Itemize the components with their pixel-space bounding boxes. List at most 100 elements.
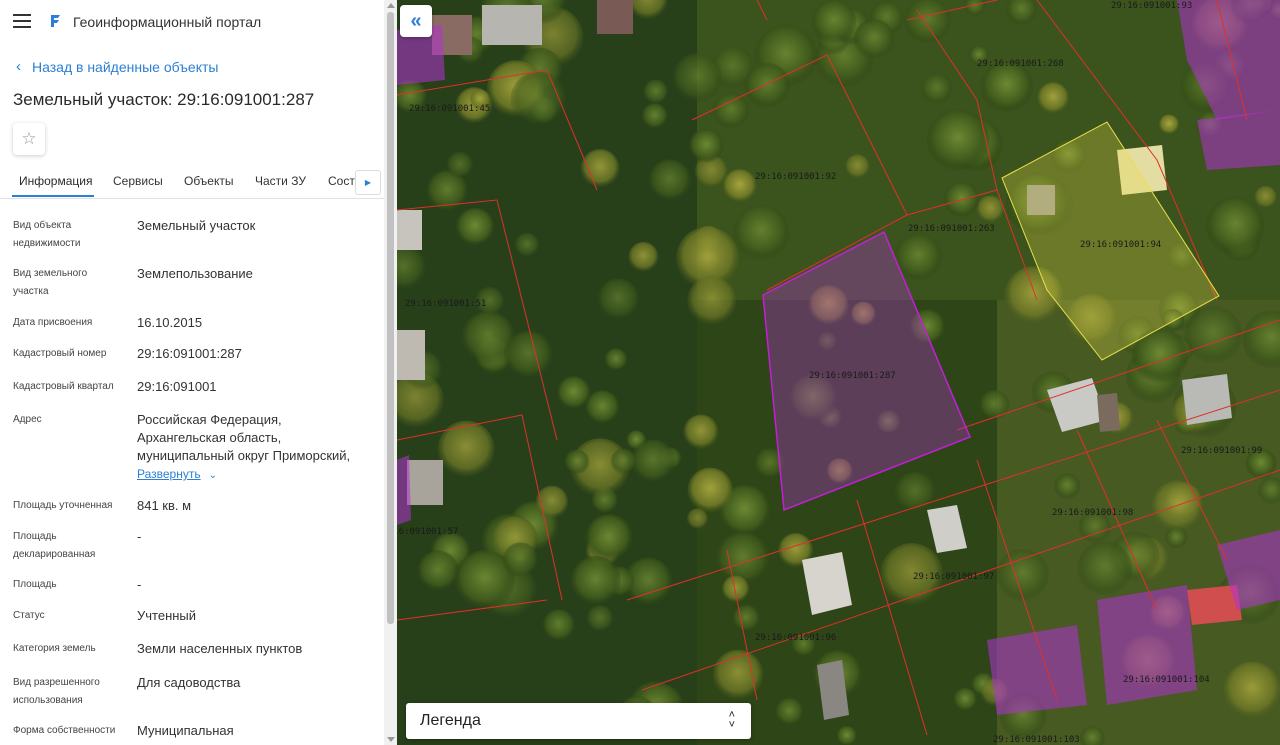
scrollbar-thumb[interactable] — [387, 12, 394, 624]
tree-crown — [744, 62, 790, 109]
tree-crown — [683, 414, 719, 450]
tree-crown — [1184, 306, 1243, 365]
info-value: Учтенный — [137, 608, 197, 623]
info-label: Площадь — [13, 579, 57, 590]
chevron-right-icon: ▶ — [364, 178, 372, 187]
parcel-label: 29:16:091001:94 — [1080, 240, 1161, 250]
menu-icon[interactable] — [13, 14, 31, 28]
parcel-label: 29:16:091001:287 — [809, 371, 896, 381]
satellite-map[interactable]: 29:16:091001:93 29:16:091001:268 29:16:0… — [397, 0, 1280, 745]
info-label: Категория земель — [13, 643, 96, 654]
tree-crown — [570, 556, 621, 607]
tree-crown — [564, 449, 590, 475]
tree-crown — [953, 687, 978, 712]
parcel-label: 29:16:091001:57 — [397, 527, 458, 537]
tree-crown — [672, 53, 723, 104]
tree-crown — [687, 467, 733, 513]
scroll-down-arrow-icon[interactable] — [387, 737, 395, 742]
tree-crown — [604, 348, 628, 372]
tree-crown — [586, 605, 614, 633]
info-value: - — [137, 529, 142, 544]
tree-crown — [514, 232, 540, 258]
tab-information[interactable]: Информация — [19, 174, 92, 188]
app-title: Геоинформационный портал — [73, 14, 262, 30]
tree-crown — [630, 439, 675, 484]
info-label: Вид разрешенного использования — [13, 677, 100, 706]
star-icon: ☆ — [21, 129, 37, 148]
tab-parts[interactable]: Части ЗУ — [255, 174, 306, 188]
tree-crown — [597, 278, 640, 321]
info-label: Вид земельного участка — [13, 268, 88, 297]
parcel-label: 29:16:091001:98 — [1052, 508, 1133, 518]
tree-crown — [979, 389, 1010, 421]
tree-crown — [1158, 114, 1180, 135]
collapse-panel-button[interactable]: « — [400, 5, 432, 37]
tree-crown — [1223, 661, 1280, 720]
parcel-label: 29:16:091001:96 — [755, 633, 836, 643]
tree-crown — [722, 169, 757, 203]
favorite-button[interactable]: ☆ — [13, 123, 45, 155]
tree-crown — [721, 575, 750, 603]
panel-scrollbar[interactable] — [384, 0, 397, 745]
info-label: Форма собственности — [13, 725, 116, 736]
parcel-label: 29:16:091001:263 — [908, 224, 995, 234]
parcel-label: 29:16:091001:93 — [1111, 1, 1192, 11]
tree-crown — [1151, 480, 1204, 533]
tree-crown — [643, 79, 669, 105]
tab-bar: Информация Сервисы Объекты Части ЗУ Сост… — [0, 166, 384, 199]
info-label: Площадь декларированная — [13, 531, 96, 560]
tree-crown — [853, 19, 895, 60]
info-value: - — [137, 577, 142, 592]
tree-crown — [713, 92, 749, 129]
tab-services[interactable]: Сервисы — [113, 174, 163, 188]
tree-crown — [446, 151, 474, 179]
logo-icon — [51, 15, 60, 27]
address-value: Российская Федерация, Архангельская обла… — [137, 412, 351, 463]
back-to-results-link[interactable]: ‹ Назад в найденные объекты — [14, 58, 218, 75]
info-value: 29:16:091001:287 — [137, 346, 242, 361]
info-value: 841 кв. м — [137, 498, 192, 513]
info-label: Кадастровый квартал — [13, 381, 114, 392]
info-value: 29:16:091001 — [137, 379, 217, 394]
info-value: 16.10.2015 — [137, 315, 203, 330]
tree-crown — [556, 376, 591, 410]
tab-objects[interactable]: Объекты — [184, 174, 234, 188]
parcel-label: 29:16:091001:45 — [409, 104, 490, 114]
tree-crown — [510, 71, 567, 128]
tree-crown — [1037, 82, 1069, 115]
tree-crown — [688, 128, 724, 164]
info-label: Адрес — [13, 414, 42, 425]
address-expand-link[interactable]: Развернуть ⌄ — [137, 465, 377, 485]
tree-crown — [733, 204, 790, 261]
info-value: Муниципальная — [137, 723, 234, 738]
tree-crown — [417, 550, 459, 593]
tree-crown — [926, 109, 990, 172]
info-panel: Геоинформационный портал ‹ Назад в найде… — [0, 0, 397, 745]
tree-crown — [641, 103, 668, 130]
scroll-up-arrow-icon[interactable] — [387, 3, 395, 8]
parcel-label: 29:16:091001:268 — [977, 59, 1064, 69]
info-value: Земли населенных пунктов — [137, 641, 303, 656]
tabs-scroll-right-button[interactable]: ▶ — [355, 170, 381, 195]
info-value: Земельный участок — [137, 218, 256, 233]
legend-dropdown[interactable]: Легенда ˄ ˅ — [406, 703, 751, 739]
info-label: Кадастровый номер — [13, 348, 107, 359]
info-label: Дата присвоения — [13, 317, 93, 328]
parcel-label: 29:16:091001:92 — [755, 172, 836, 182]
tree-crown — [1054, 473, 1081, 500]
tree-crown — [455, 207, 495, 247]
legend-label: Легенда — [420, 712, 481, 729]
map-view[interactable]: 29:16:091001:93 29:16:091001:268 29:16:0… — [397, 0, 1280, 745]
tree-crown — [628, 241, 659, 273]
parcel-label: 29:16:091001:97 — [913, 572, 994, 582]
tree-crown — [775, 697, 804, 727]
tree-crown — [920, 73, 953, 105]
tree-crown — [1254, 185, 1277, 209]
tree-crown — [732, 604, 760, 633]
tree-crown — [502, 542, 539, 578]
parcel-label: 29:16:091001:104 — [1123, 675, 1210, 685]
tree-crown — [687, 276, 737, 326]
active-tab-indicator — [12, 195, 94, 197]
object-title: Земельный участок: 29:16:091001:287 — [13, 90, 315, 109]
tree-crown — [580, 149, 620, 188]
